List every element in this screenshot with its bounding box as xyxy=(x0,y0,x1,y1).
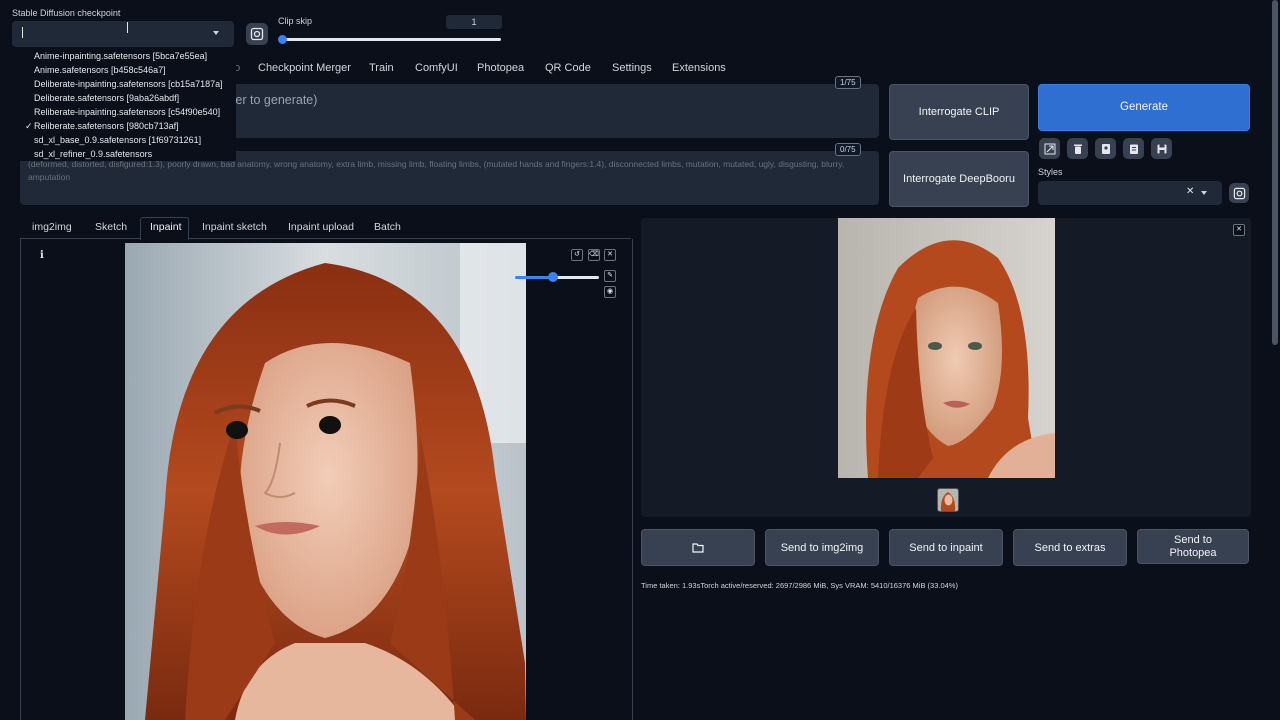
chevron-down-icon xyxy=(1201,191,1207,195)
output-portrait xyxy=(838,218,1055,478)
checkpoint-option[interactable]: ✓ Reliberate.safetensors [980cb713af] xyxy=(12,119,236,133)
clip-skip-label: Clip skip xyxy=(278,16,313,26)
checkpoint-option-label: Deliberate.safetensors [9aba26abdf] xyxy=(34,93,180,103)
extra-networks-button[interactable] xyxy=(1095,138,1116,159)
send-to-extras-button[interactable]: Send to extras xyxy=(1013,529,1127,566)
send-to-photopea-button[interactable]: Send to Photopea xyxy=(1137,529,1249,564)
thumbnail-portrait xyxy=(940,492,956,511)
arrow-up-right-icon xyxy=(1044,143,1055,154)
subtab-batch[interactable]: Batch xyxy=(374,221,401,233)
checkpoint-option[interactable]: sd_xl_refiner_0.9.safetensors xyxy=(12,147,236,161)
checkpoint-option-label: sd_xl_refiner_0.9.safetensors xyxy=(34,149,153,159)
eraser-icon[interactable]: ⌫ xyxy=(588,249,600,261)
text-caret xyxy=(22,27,23,38)
trash-icon xyxy=(1073,144,1082,154)
save-style-button[interactable] xyxy=(1151,138,1172,159)
prompt-placeholder: nter to generate) xyxy=(225,93,318,107)
checkpoint-option[interactable]: Anime-inpainting.safetensors [5bca7e55ea… xyxy=(12,49,236,63)
tab-qr-code[interactable]: QR Code xyxy=(545,62,591,74)
info-icon[interactable]: i xyxy=(40,250,44,261)
refresh-checkpoint-button[interactable] xyxy=(246,23,268,45)
checkpoint-dropdown-list: Anime-inpainting.safetensors [5bca7e55ea… xyxy=(12,49,236,161)
interrogate-clip-button[interactable]: Interrogate CLIP xyxy=(889,84,1029,140)
tab-settings[interactable]: Settings xyxy=(612,62,652,74)
refresh-styles-button[interactable] xyxy=(1229,183,1249,203)
checkpoint-option-label: Reliberate.safetensors [980cb713af] xyxy=(34,121,179,131)
interrogate-deepbooru-button[interactable]: Interrogate DeepBooru xyxy=(889,151,1029,207)
refresh-icon xyxy=(1233,187,1245,199)
folder-icon xyxy=(692,542,704,553)
subtab-inpaint-upload[interactable]: Inpaint upload xyxy=(288,221,354,233)
brush-size-slider-thumb[interactable] xyxy=(547,272,558,282)
open-folder-button[interactable] xyxy=(641,529,755,566)
checkpoint-option[interactable]: sd_xl_base_0.9.safetensors [1f69731261] xyxy=(12,133,236,147)
checkpoint-label: Stable Diffusion checkpoint xyxy=(12,8,121,18)
clip-skip-slider-thumb[interactable] xyxy=(278,35,287,44)
inpaint-image[interactable] xyxy=(125,243,526,720)
subtab-sketch[interactable]: Sketch xyxy=(95,221,127,233)
card-icon xyxy=(1101,143,1110,154)
checkpoint-option[interactable]: Reliberate-inpainting.safetensors [c54f9… xyxy=(12,105,236,119)
subtab-inpaint-sketch[interactable]: Inpaint sketch xyxy=(202,221,267,233)
checkpoint-option-label: Anime.safetensors [b458c546a7] xyxy=(34,65,166,75)
tab-train[interactable]: Train xyxy=(369,62,394,74)
styles-select[interactable]: ✕ xyxy=(1038,181,1222,205)
clear-styles-icon[interactable]: ✕ xyxy=(1186,186,1194,197)
clipboard-icon xyxy=(1129,144,1138,154)
clip-skip-number-input[interactable]: 1 xyxy=(446,15,502,29)
close-icon[interactable]: ✕ xyxy=(1233,224,1245,236)
gallery-thumbnail[interactable] xyxy=(937,488,959,512)
tab-photopea[interactable]: Photopea xyxy=(477,62,524,74)
tab-checkpoint-merger[interactable]: Checkpoint Merger xyxy=(258,62,351,74)
page-scrollbar[interactable] xyxy=(1272,0,1278,345)
generation-status-text: Time taken: 1.93sTorch active/reserved: … xyxy=(641,581,958,590)
send-to-inpaint-button[interactable]: Send to inpaint xyxy=(889,529,1003,566)
output-image[interactable] xyxy=(838,218,1055,478)
checkpoint-option[interactable]: Anime.safetensors [b458c546a7] xyxy=(12,63,236,77)
clip-skip-slider-track[interactable] xyxy=(282,38,501,41)
checkpoint-option-label: Deliberate-inpainting.safetensors [cb15a… xyxy=(34,79,223,89)
generate-button[interactable]: Generate xyxy=(1038,84,1250,131)
checkpoint-option[interactable]: Deliberate-inpainting.safetensors [cb15a… xyxy=(12,77,236,91)
checkmark-icon: ✓ xyxy=(25,121,33,131)
checkpoint-option-label: Anime-inpainting.safetensors [5bca7e55ea… xyxy=(34,51,208,61)
checkpoint-option-label: Reliberate-inpainting.safetensors [c54f9… xyxy=(34,107,221,117)
subtab-inpaint[interactable]: Inpaint xyxy=(150,221,182,233)
color-palette-icon[interactable]: ◉ xyxy=(604,286,616,298)
checkpoint-select[interactable] xyxy=(12,21,234,47)
send-to-img2img-button[interactable]: Send to img2img xyxy=(765,529,879,566)
brush-icon[interactable]: ✎ xyxy=(604,270,616,282)
negative-token-counter: 0/75 xyxy=(835,143,861,156)
text-cursor-icon xyxy=(127,22,128,33)
subtab-img2img[interactable]: img2img xyxy=(32,221,72,233)
undo-icon[interactable]: ↺ xyxy=(571,249,583,261)
subtab-bar xyxy=(20,216,631,217)
refresh-icon xyxy=(250,27,264,41)
tab-comfyui[interactable]: ComfyUI xyxy=(415,62,458,74)
checkpoint-option[interactable]: Deliberate.safetensors [9aba26abdf] xyxy=(12,91,236,105)
prompt-token-counter: 1/75 xyxy=(835,76,861,89)
chevron-down-icon xyxy=(213,31,219,35)
checkpoint-option-label: sd_xl_base_0.9.safetensors [1f69731261] xyxy=(34,135,202,145)
styles-label: Styles xyxy=(1038,167,1063,177)
paste-params-button[interactable] xyxy=(1039,138,1060,159)
clear-prompt-button[interactable] xyxy=(1067,138,1088,159)
close-icon[interactable]: ✕ xyxy=(604,249,616,261)
apply-style-button[interactable] xyxy=(1123,138,1144,159)
portrait-image xyxy=(125,243,526,720)
tab-extensions[interactable]: Extensions xyxy=(672,62,726,74)
floppy-save-icon xyxy=(1157,144,1166,153)
negative-prompt-text: (deformed, distorted, disfigured:1.3), p… xyxy=(28,159,845,182)
